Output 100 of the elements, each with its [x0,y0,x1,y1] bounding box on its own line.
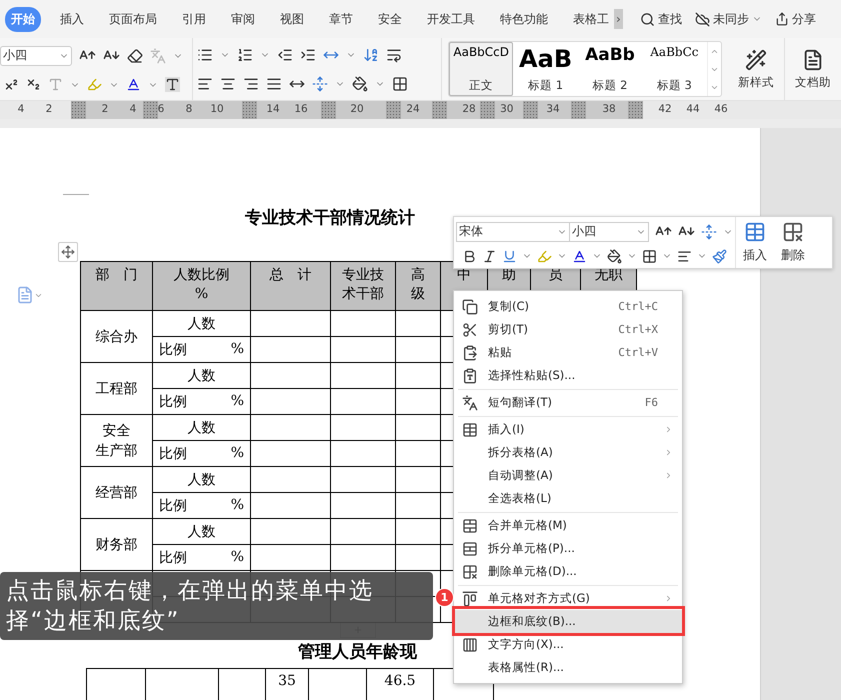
wrap-text-icon[interactable] [386,46,402,62]
table-cell: 比例 % [152,544,250,570]
ribbon-tab[interactable]: 审阅 [225,6,261,32]
menu-item[interactable]: 选择性粘贴(S)... [454,364,682,387]
bullet-list-icon[interactable] [197,46,214,62]
ribbon-tab[interactable]: 引用 [176,6,212,32]
menu-item[interactable]: 剪切(T) Ctrl+X [454,318,682,341]
font-size-field[interactable]: 小四 [569,222,649,242]
delete-button[interactable]: 删除 [774,217,812,268]
underline-icon[interactable] [502,248,517,264]
character-shading-icon[interactable] [165,77,180,92]
font-size-field[interactable]: 小四 [0,46,72,66]
font-color-icon[interactable] [572,248,587,264]
search-button[interactable]: 查找 [640,10,682,28]
eraser-icon[interactable] [127,48,143,64]
bold-icon[interactable] [462,248,477,264]
menu-item[interactable]: 单元格对齐方式(G) [454,587,682,610]
column-header: 总 计 [250,262,330,310]
menu-item[interactable]: 插入(I) [454,418,682,441]
tab-scroll-button[interactable]: › [614,9,623,29]
ribbon-tab[interactable]: 视图 [274,6,310,32]
table-cell: 比例 % [152,336,250,362]
table-cell: 安全 生产部 [80,414,152,466]
column-marker[interactable] [321,101,336,119]
pinyin-icon[interactable] [150,48,166,64]
increase-indent-icon[interactable] [300,46,316,62]
column-marker[interactable] [71,101,86,119]
align-icon[interactable] [677,248,692,264]
menu-item[interactable]: 拆分表格(A) [454,441,682,464]
share-button[interactable]: 分享 [774,10,816,28]
column-marker[interactable] [242,101,257,119]
ribbon-tab[interactable]: 表格工 [567,6,615,32]
align-right-icon[interactable] [243,76,260,92]
split-cells-icon [462,540,478,556]
menu-item[interactable]: 全选表格(L) [454,487,682,510]
line-spacing-icon[interactable] [701,224,717,240]
column-marker[interactable] [523,101,538,119]
align-center-icon[interactable] [220,76,236,92]
menu-item[interactable]: 文字方向(X)... [454,633,682,656]
line-spacing-icon[interactable] [312,76,328,92]
table-cell: 人数 [152,414,250,440]
move-table-handle[interactable] [58,242,78,262]
column-marker[interactable] [143,101,158,119]
align-left-icon[interactable] [197,76,214,92]
superscript-icon[interactable] [4,77,19,92]
menu-item[interactable]: 拆分单元格(P)... [454,537,682,560]
ribbon-tab[interactable]: 特色功能 [494,6,554,32]
table-icon [744,221,766,243]
justify-icon[interactable] [266,76,282,92]
borders-icon[interactable] [392,76,408,92]
borders-icon[interactable] [642,248,657,264]
font-color-icon[interactable] [126,77,141,92]
search-icon [640,12,655,26]
numbered-list-icon[interactable] [237,46,254,62]
sort-icon[interactable] [363,46,380,62]
menu-item[interactable]: 表格属性(R)... [454,656,682,679]
doc-assistant-button[interactable]: 文档助 [785,38,841,100]
text-direction-icon [462,636,478,652]
insert-button[interactable]: 插入 [736,217,774,268]
new-style-button[interactable]: 新样式 [728,38,785,100]
sync-button[interactable]: 未同步 [694,10,762,28]
table-cell: 综合办 [80,310,152,362]
shading-icon[interactable] [352,76,368,92]
copy-icon [462,298,478,314]
column-marker[interactable] [571,101,586,119]
decrease-indent-icon[interactable] [277,46,294,62]
font-field[interactable]: 宋体 [456,222,570,242]
ruler-number: 28 [462,103,476,115]
align-icon [462,590,478,606]
column-marker[interactable] [386,101,401,119]
column-marker[interactable] [480,101,495,119]
ribbon-tab[interactable]: 插入 [54,6,90,32]
table-cell: 35 [266,668,308,700]
table-cell: 比例 % [152,492,250,518]
highlighter-icon[interactable] [537,248,552,264]
table-cell: 比例 % [152,388,250,414]
subscript-icon[interactable] [26,77,41,92]
menu-item[interactable]: 合并单元格(M) [454,514,682,537]
menu-item[interactable]: 自动调整(A) [454,464,682,487]
menu-item[interactable]: 删除单元格(D)... [454,560,682,583]
menu-item[interactable]: 短句翻译(T) F6 [454,391,682,414]
document-icon[interactable] [16,286,34,304]
ruler-number: 6 [158,103,164,115]
ribbon-tab[interactable]: 安全 [372,6,408,32]
text-effect-icon[interactable] [48,77,63,92]
style-option[interactable]: AaBbCcD 正文 [449,42,514,96]
ruler-number: 16 [294,103,308,115]
format-painter-icon[interactable] [712,248,727,264]
column-marker[interactable] [628,101,643,119]
shading-icon[interactable] [607,248,622,264]
italic-icon[interactable] [482,248,497,264]
column-marker[interactable] [432,101,447,119]
shortcut-text: F6 [644,396,659,409]
menu-item[interactable]: 粘贴 Ctrl+V [454,341,682,364]
magic-wand-icon [745,48,767,70]
highlighter-icon[interactable] [87,77,102,92]
ribbon-tab[interactable]: 页面布局 [103,6,163,32]
delete-cells-icon [462,564,478,580]
ribbon-tab[interactable]: 章节 [323,6,359,32]
ribbon-tab[interactable]: 开发工具 [421,6,481,32]
